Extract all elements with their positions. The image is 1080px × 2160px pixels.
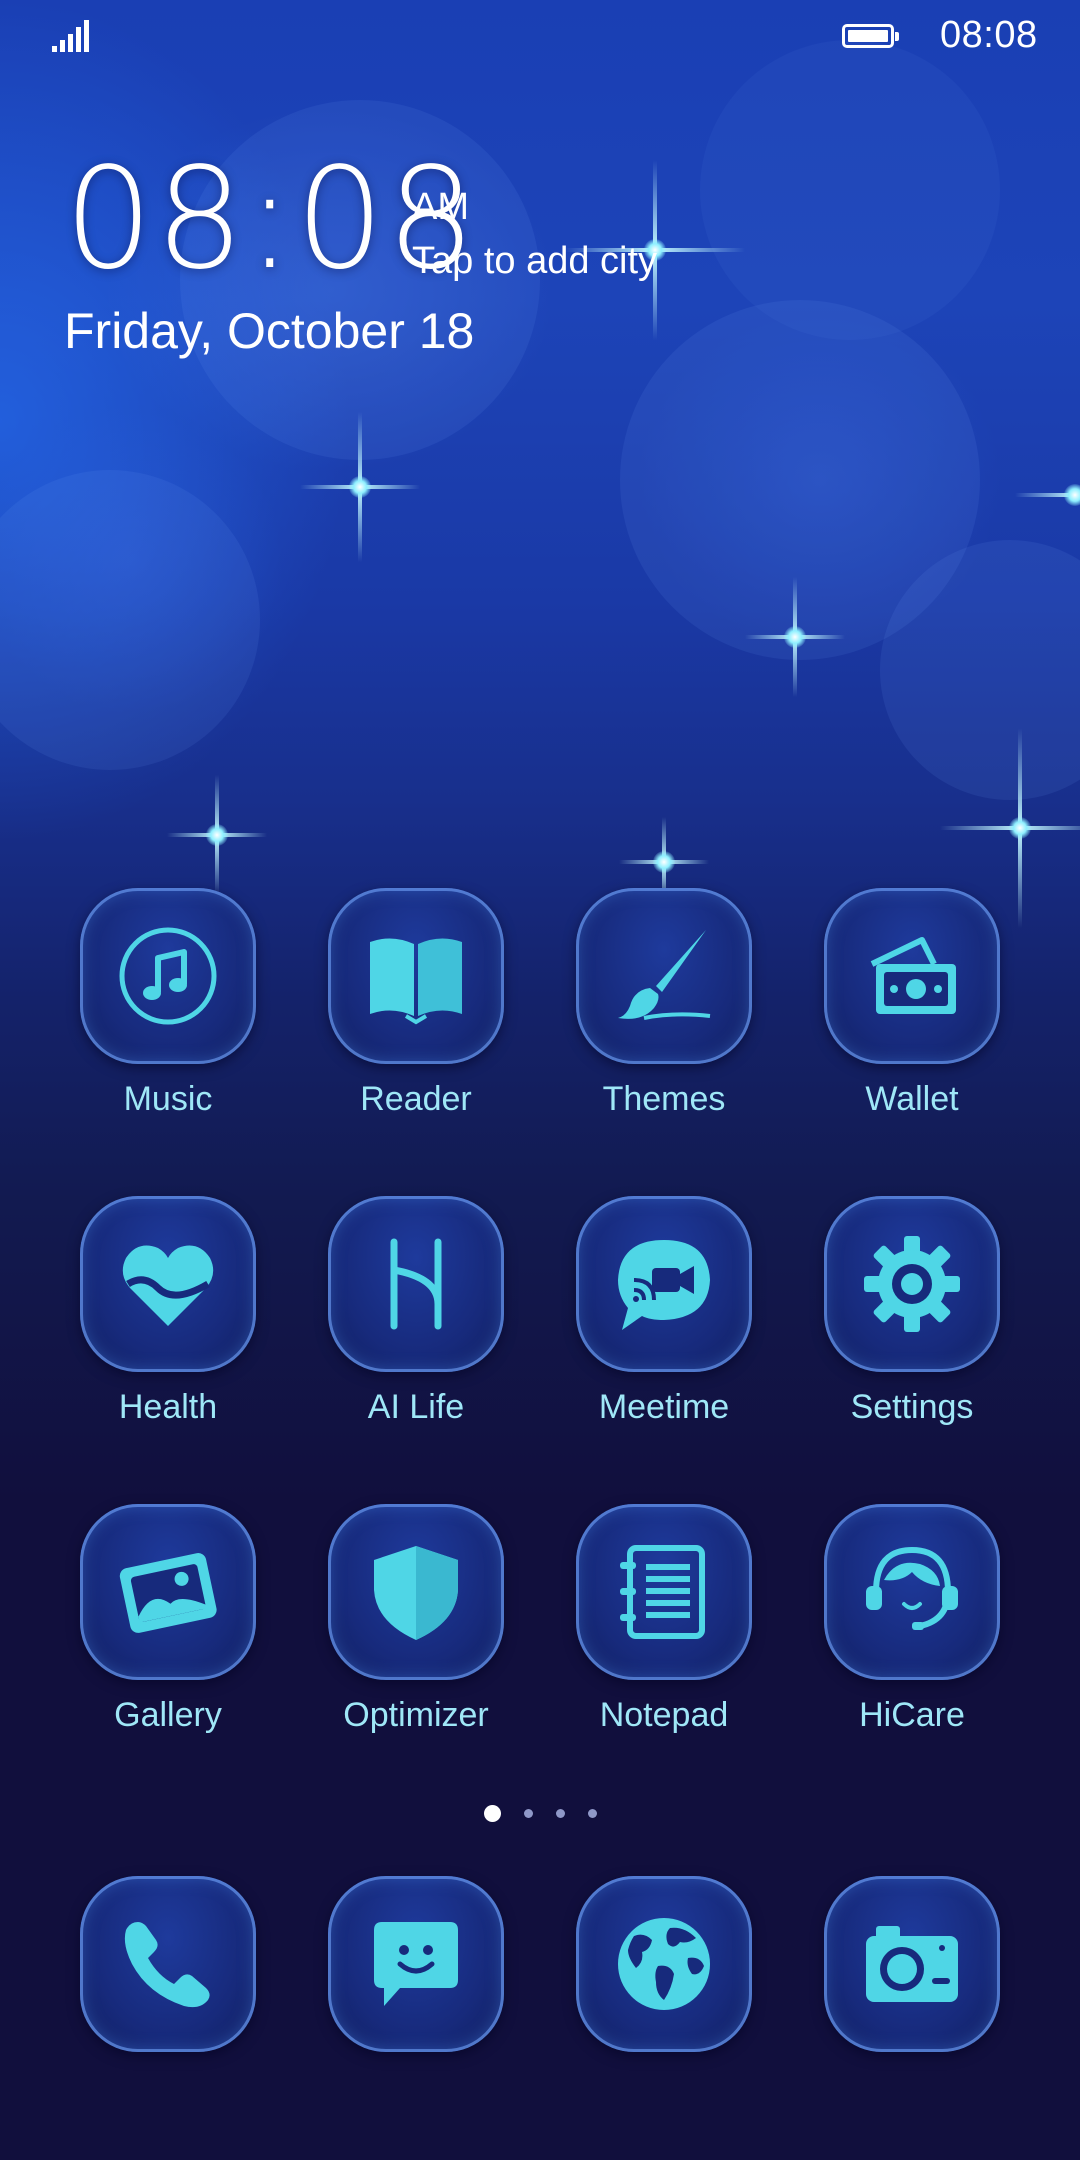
- globe-icon: [618, 1918, 710, 2010]
- app-reader[interactable]: Reader: [298, 888, 518, 1128]
- app-icon-tile[interactable]: [576, 888, 752, 1064]
- shield-icon: [374, 1546, 458, 1640]
- app-icon-tile[interactable]: [80, 888, 256, 1064]
- status-bar: 08:08: [0, 0, 1080, 76]
- status-time: 08:08: [940, 14, 1038, 56]
- dock-app-browser[interactable]: [546, 1876, 766, 2116]
- headset-agent-icon: [866, 1547, 958, 1630]
- dock-app-camera[interactable]: [794, 1876, 1014, 2116]
- app-icon-tile[interactable]: [824, 1876, 1000, 2052]
- app-icon-tile[interactable]: [328, 1876, 504, 2052]
- app-icon-tile[interactable]: [824, 888, 1000, 1064]
- app-label: Gallery: [114, 1696, 222, 1734]
- music-note-icon: [119, 927, 217, 1025]
- app-hicare[interactable]: HiCare: [794, 1504, 1014, 1744]
- app-icon-tile[interactable]: [576, 1196, 752, 1372]
- app-icon-tile[interactable]: [80, 1876, 256, 2052]
- app-icon-tile[interactable]: [328, 1504, 504, 1680]
- message-bubble-icon: [374, 1922, 458, 2006]
- open-book-icon: [370, 938, 462, 1025]
- signal-bars-icon: [52, 20, 92, 52]
- gear-icon: [864, 1236, 960, 1332]
- app-icon-tile[interactable]: [328, 1196, 504, 1372]
- page-indicator[interactable]: [484, 1804, 604, 1824]
- page-dot[interactable]: [556, 1809, 565, 1818]
- app-optimizer[interactable]: Optimizer: [298, 1504, 518, 1744]
- app-label: Health: [118, 1388, 218, 1426]
- page-dot-active[interactable]: [484, 1805, 501, 1822]
- video-chat-bubble-icon: [618, 1240, 710, 1330]
- ai-life-icon: [390, 1238, 442, 1330]
- heart-icon: [122, 1245, 214, 1326]
- app-label: HiCare: [859, 1696, 965, 1734]
- app-health[interactable]: Health: [50, 1196, 270, 1436]
- app-notepad[interactable]: Notepad: [546, 1504, 766, 1744]
- app-meetime[interactable]: Meetime: [546, 1196, 766, 1436]
- app-icon-tile[interactable]: [80, 1196, 256, 1372]
- photo-icon: [119, 1553, 217, 1633]
- app-settings[interactable]: Settings: [794, 1196, 1014, 1436]
- app-themes[interactable]: Themes: [546, 888, 766, 1128]
- app-label: Themes: [602, 1080, 726, 1118]
- app-icon-tile[interactable]: [576, 1876, 752, 2052]
- app-label: Optimizer: [343, 1696, 489, 1734]
- app-ai-life[interactable]: AI Life: [298, 1196, 518, 1436]
- app-label: Music: [123, 1080, 213, 1118]
- app-label: Wallet: [865, 1080, 959, 1118]
- app-label: Notepad: [599, 1696, 729, 1734]
- app-wallet[interactable]: Wallet: [794, 888, 1014, 1128]
- wallet-cash-icon: [870, 937, 956, 1014]
- app-icon-tile[interactable]: [824, 1196, 1000, 1372]
- phone-icon: [124, 1922, 210, 2008]
- dock-app-messages[interactable]: [298, 1876, 518, 2116]
- dock-app-phone[interactable]: [50, 1876, 270, 2116]
- battery-full-icon: [842, 24, 899, 48]
- app-icon-tile[interactable]: [576, 1504, 752, 1680]
- camera-icon: [866, 1926, 958, 2002]
- clock-ampm: AM: [412, 186, 469, 228]
- clock-date[interactable]: Friday, October 18: [64, 302, 474, 360]
- app-icon-tile[interactable]: [824, 1504, 1000, 1680]
- app-icon-tile[interactable]: [328, 888, 504, 1064]
- app-music[interactable]: Music: [50, 888, 270, 1128]
- app-label: Settings: [850, 1388, 974, 1426]
- app-label: Reader: [360, 1080, 472, 1118]
- add-city-button[interactable]: Tap to add city: [412, 240, 657, 283]
- app-label: Meetime: [598, 1388, 730, 1426]
- paintbrush-icon: [618, 930, 711, 1020]
- app-icon-tile[interactable]: [80, 1504, 256, 1680]
- page-dot[interactable]: [524, 1809, 533, 1818]
- page-dot[interactable]: [588, 1809, 597, 1818]
- notepad-icon: [620, 1545, 705, 1639]
- app-label: AI Life: [367, 1388, 465, 1426]
- app-gallery[interactable]: Gallery: [50, 1504, 270, 1744]
